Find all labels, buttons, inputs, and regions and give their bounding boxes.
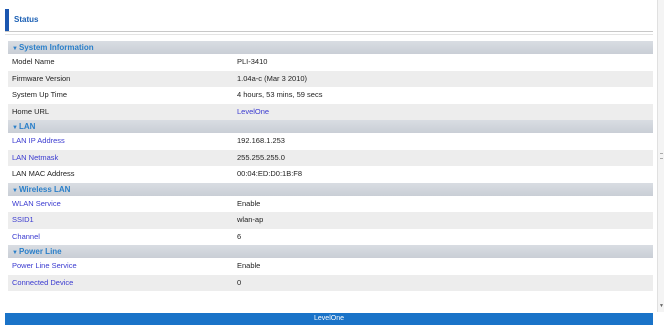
row-value: 192.168.1.253 [237,136,285,145]
row-label: System Up Time [12,90,68,99]
section-title: Power Line [18,247,62,256]
section-header-wireless-lan[interactable]: ▼Wireless LAN [8,182,653,196]
row-power-line-service: Power Line Service Enable [8,258,653,275]
title-divider [5,31,653,32]
page-title-bar: Status [5,9,653,31]
lan-ip-address-link[interactable]: LAN IP Address [12,133,65,150]
row-label: LAN MAC Address [12,169,75,178]
row-connected-device: Connected Device 0 [8,274,653,292]
row-value: 00:04:ED:D0:1B:F8 [237,169,303,178]
row-value: 1.04a-c (Mar 3 2010) [237,73,308,83]
row-firmware-version: Firmware Version 1.04a-c (Mar 3 2010) [8,70,653,87]
row-label: Model Name [12,57,55,66]
row-value: 255.255.255.0 [237,152,285,162]
scrollbar-grip-icon[interactable] [660,153,663,159]
row-label: Firmware Version [12,73,71,83]
row-value: PLI-3410 [237,57,268,66]
collapse-triangle-icon: ▼ [12,46,18,52]
row-system-up-time: System Up Time 4 hours, 53 mins, 59 secs [8,87,653,104]
row-wlan-service: WLAN Service Enable [8,196,653,213]
power-line-service-link[interactable]: Power Line Service [12,258,77,275]
scroll-down-arrow-icon[interactable]: ▼ [659,303,664,309]
row-value: 6 [237,231,242,241]
section-title: System Information [18,43,94,52]
title-divider-secondary [5,34,653,35]
row-lan-ip-address: LAN IP Address 192.168.1.253 [8,133,653,150]
section-header-power-line[interactable]: ▼Power Line [8,245,653,258]
status-content: ▼System Information Model Name PLI-3410 … [8,41,653,291]
section-title: LAN [18,122,36,131]
home-url-link[interactable]: LevelOne [237,104,269,121]
row-channel: Channel 6 [8,229,653,246]
footer-bar: LevelOne [5,313,653,325]
section-header-lan[interactable]: ▼LAN [8,120,653,133]
wlan-service-link[interactable]: WLAN Service [12,196,61,213]
row-lan-mac-address: LAN MAC Address 00:04:ED:D0:1B:F8 [8,166,653,183]
row-home-url: Home URL LevelOne [8,103,653,121]
footer-brand: LevelOne [314,315,344,322]
title-accent-bar [5,9,9,31]
row-value: wlan-ap [237,215,264,224]
channel-link[interactable]: Channel [12,229,40,246]
vertical-scrollbar[interactable]: ▼ [657,0,664,312]
collapse-triangle-icon: ▼ [12,250,18,256]
section-header-system-information[interactable]: ▼System Information [8,41,653,54]
collapse-triangle-icon: ▼ [12,125,18,131]
row-lan-netmask: LAN Netmask 255.255.255.0 [8,149,653,167]
lan-netmask-link[interactable]: LAN Netmask [12,150,58,167]
row-label: Home URL [12,106,50,116]
connected-device-link[interactable]: Connected Device [12,275,73,292]
ssid1-link[interactable]: SSID1 [12,212,34,229]
page-title: Status [14,15,39,24]
row-model-name: Model Name PLI-3410 [8,54,653,71]
row-value: 0 [237,277,242,287]
row-value: 4 hours, 53 mins, 59 secs [237,90,323,99]
section-title: Wireless LAN [18,184,71,194]
row-ssid1: SSID1 wlan-ap [8,212,653,229]
row-value: Enable [237,261,261,270]
row-value: Enable [237,198,261,208]
collapse-triangle-icon: ▼ [12,187,18,194]
